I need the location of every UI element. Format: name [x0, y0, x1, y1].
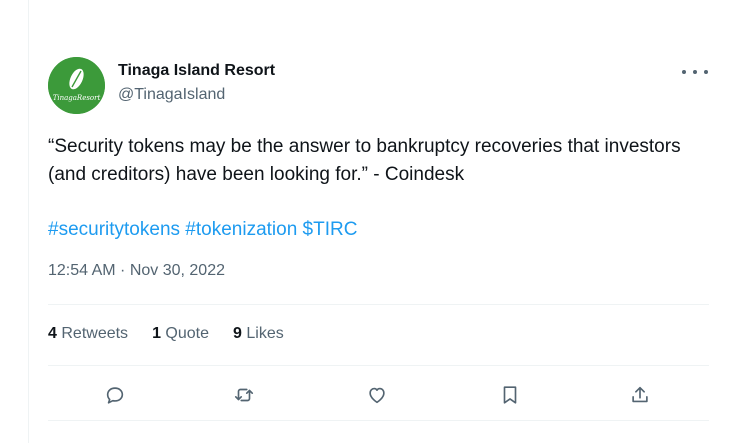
quotes-label: Quote: [165, 325, 210, 342]
user-handle[interactable]: @TinagaIsland: [118, 86, 225, 104]
likes-stat[interactable]: 9 Likes: [233, 325, 284, 343]
hashtag-tokenization[interactable]: #tokenization: [185, 219, 297, 240]
divider: [48, 420, 709, 421]
quotes-count: 1: [152, 325, 161, 342]
avatar[interactable]: TinagaResort: [48, 57, 105, 114]
more-dot: [682, 70, 686, 74]
bookmark-button[interactable]: [495, 380, 525, 410]
more-dot: [704, 70, 708, 74]
resort-logo-icon: TinagaResort: [48, 57, 105, 114]
divider: [48, 365, 709, 366]
like-icon: [369, 387, 385, 404]
retweet-button[interactable]: [229, 380, 259, 410]
retweets-stat[interactable]: 4 Retweets: [48, 325, 128, 343]
share-button[interactable]: [625, 380, 655, 410]
reply-button[interactable]: [100, 380, 130, 410]
share-icon: [632, 386, 648, 403]
likes-count: 9: [233, 325, 242, 342]
quotes-stat[interactable]: 1 Quote: [152, 325, 209, 343]
retweets-label: Retweets: [61, 325, 129, 342]
retweet-icon: [234, 388, 254, 402]
more-options-icon[interactable]: [682, 64, 708, 80]
hashtag-securitytokens[interactable]: #securitytokens: [48, 219, 180, 240]
cashtag-tirc[interactable]: $TIRC: [303, 219, 358, 240]
tweet-timestamp[interactable]: 12:54 AM · Nov 30, 2022: [48, 262, 225, 280]
hashtag-row: #securitytokens #tokenization $TIRC: [48, 216, 357, 244]
bookmark-icon: [503, 386, 517, 404]
more-dot: [693, 70, 697, 74]
engagement-stats: 4 Retweets 1 Quote 9 Likes: [48, 325, 284, 343]
likes-label: Likes: [246, 325, 284, 342]
retweets-count: 4: [48, 325, 57, 342]
tweet-text: “Security tokens may be the answer to ba…: [48, 136, 681, 185]
svg-text:TinagaResort: TinagaResort: [53, 94, 101, 102]
reply-icon: [106, 387, 124, 404]
display-name[interactable]: Tinaga Island Resort: [118, 62, 275, 80]
like-button[interactable]: [362, 380, 392, 410]
action-bar: [100, 380, 660, 410]
divider: [48, 304, 709, 305]
